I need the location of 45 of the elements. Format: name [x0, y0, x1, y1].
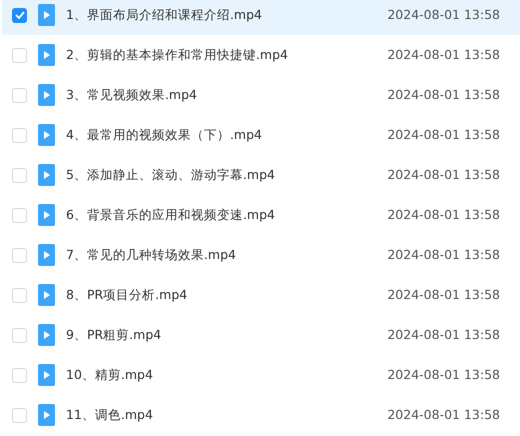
- video-file-icon: [38, 404, 55, 426]
- file-row[interactable]: 1、界面布局介绍和课程介绍.mp4 2024-08-01 13:58: [2, 0, 520, 35]
- modified-date: 2024-08-01 13:58: [387, 6, 500, 24]
- file-name: 3、常见视频效果.mp4: [66, 86, 198, 104]
- file-name: 9、PR粗剪.mp4: [66, 326, 162, 344]
- video-file-icon: [38, 124, 55, 146]
- modified-date: 2024-08-01 13:58: [387, 126, 500, 144]
- file-row[interactable]: 4、最常用的视频效果（下）.mp4 2024-08-01 13:58: [2, 115, 520, 155]
- modified-date: 2024-08-01 13:58: [387, 326, 500, 344]
- file-row[interactable]: 9、PR粗剪.mp4 2024-08-01 13:58: [2, 315, 520, 355]
- file-row[interactable]: 7、常见的几种转场效果.mp4 2024-08-01 13:58: [2, 235, 520, 275]
- file-row[interactable]: 8、PR项目分析.mp4 2024-08-01 13:58: [2, 275, 520, 315]
- video-file-icon: [38, 364, 55, 386]
- checkbox[interactable]: [12, 8, 27, 22]
- modified-date: 2024-08-01 13:58: [387, 406, 500, 424]
- file-name: 4、最常用的视频效果（下）.mp4: [66, 126, 263, 144]
- modified-date: 2024-08-01 13:58: [387, 46, 500, 64]
- video-file-icon: [38, 204, 55, 226]
- modified-date: 2024-08-01 13:58: [387, 366, 500, 384]
- file-row[interactable]: 10、精剪.mp4 2024-08-01 13:58: [2, 355, 520, 395]
- file-name: 1、界面布局介绍和课程介绍.mp4: [66, 6, 263, 24]
- file-name: 7、常见的几种转场效果.mp4: [66, 246, 237, 264]
- video-file-icon: [38, 244, 55, 266]
- video-file-icon: [38, 324, 55, 346]
- file-name: 5、添加静止、滚动、游动字幕.mp4: [66, 166, 276, 184]
- file-name: 11、调色.mp4: [66, 406, 154, 424]
- file-name: 10、精剪.mp4: [66, 366, 154, 384]
- modified-date: 2024-08-01 13:58: [387, 166, 500, 184]
- file-name: 8、PR项目分析.mp4: [66, 286, 188, 304]
- file-row[interactable]: 6、背景音乐的应用和视频变速.mp4 2024-08-01 13:58: [2, 195, 520, 235]
- video-file-icon: [38, 84, 55, 106]
- file-name: 6、背景音乐的应用和视频变速.mp4: [66, 206, 276, 224]
- modified-date: 2024-08-01 13:58: [387, 246, 500, 264]
- video-file-icon: [38, 4, 55, 26]
- file-row[interactable]: 2、剪辑的基本操作和常用快捷键.mp4 2024-08-01 13:58: [2, 35, 520, 75]
- modified-date: 2024-08-01 13:58: [387, 206, 500, 224]
- file-name: 2、剪辑的基本操作和常用快捷键.mp4: [66, 46, 289, 64]
- modified-date: 2024-08-01 13:58: [387, 286, 500, 304]
- video-file-icon: [38, 44, 55, 66]
- file-row[interactable]: 5、添加静止、滚动、游动字幕.mp4 2024-08-01 13:58: [2, 155, 520, 195]
- file-row[interactable]: 3、常见视频效果.mp4 2024-08-01 13:58: [2, 75, 520, 115]
- video-file-icon: [38, 164, 55, 186]
- video-file-icon: [38, 284, 55, 306]
- modified-date: 2024-08-01 13:58: [387, 86, 500, 104]
- file-row[interactable]: 11、调色.mp4 2024-08-01 13:58: [2, 395, 520, 435]
